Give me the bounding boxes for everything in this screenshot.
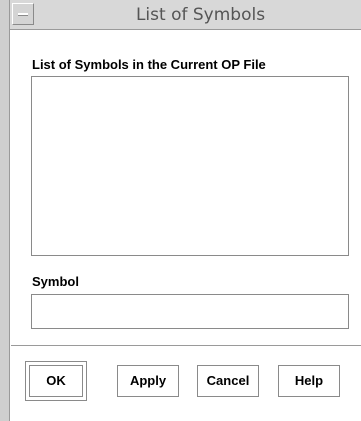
symbols-listbox[interactable]	[31, 76, 349, 256]
cancel-button[interactable]: Cancel	[197, 365, 259, 397]
window-left-border	[0, 0, 10, 421]
symbol-input[interactable]	[31, 294, 349, 329]
title-bar[interactable]: List of Symbols	[10, 0, 361, 30]
dialog-body: List of Symbols in the Current OP File S…	[11, 31, 361, 421]
button-separator	[11, 345, 361, 346]
window-menu-button[interactable]	[12, 3, 34, 25]
ok-button[interactable]: OK	[29, 365, 83, 397]
help-button[interactable]: Help	[278, 365, 340, 397]
window-menu-icon	[18, 13, 28, 16]
symbols-list-label: List of Symbols in the Current OP File	[32, 57, 266, 72]
list-of-symbols-dialog: List of Symbols List of Symbols in the C…	[0, 0, 361, 421]
symbol-field-label: Symbol	[32, 274, 79, 289]
apply-button[interactable]: Apply	[117, 365, 179, 397]
window-title: List of Symbols	[135, 5, 266, 25]
